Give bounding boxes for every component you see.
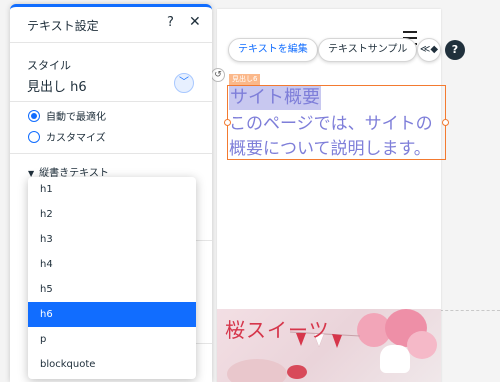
radio-custom-label: カスタマイズ xyxy=(46,133,106,144)
dropdown-option-h1[interactable]: h1 xyxy=(28,177,196,202)
chevron-down-icon[interactable]: ﹀ xyxy=(174,73,194,93)
help-icon[interactable]: ? xyxy=(167,15,174,30)
dropdown-option-h6[interactable]: h6 xyxy=(28,302,196,327)
toolbar-help-icon[interactable]: ? xyxy=(445,40,465,60)
divider xyxy=(10,101,212,102)
dropdown-option-blockquote[interactable]: blockquote xyxy=(28,352,196,377)
style-select[interactable]: 見出し h6 xyxy=(27,76,87,95)
panel-title: テキスト設定 xyxy=(27,19,99,33)
radio-selected-icon[interactable] xyxy=(28,109,40,122)
section-divider xyxy=(440,310,500,311)
divider xyxy=(195,343,212,344)
panel-header: テキスト設定 ? ✕ xyxy=(10,7,212,43)
close-icon[interactable]: ✕ xyxy=(189,14,201,30)
divider xyxy=(195,240,212,241)
radio-unselected-icon[interactable] xyxy=(28,130,40,143)
edit-text-button[interactable]: テキストを編集 xyxy=(228,38,318,62)
rotate-icon[interactable]: ↺ xyxy=(211,68,225,82)
site-paragraph[interactable]: このページでは、サイトの概要について説明します。 xyxy=(229,112,443,162)
teapot-decoration xyxy=(380,345,410,373)
flower-decoration xyxy=(407,331,437,359)
dropdown-option-h4[interactable]: h4 xyxy=(28,252,196,277)
resize-handle-right[interactable] xyxy=(442,119,449,126)
cake-decoration xyxy=(227,359,287,382)
style-label: スタイル xyxy=(27,59,71,72)
animation-icon[interactable]: ≪◆ xyxy=(417,38,441,62)
heading-level-dropdown[interactable]: h1 h2 h3 h4 h5 h6 p blockquote xyxy=(28,177,196,379)
dropdown-option-h5[interactable]: h5 xyxy=(28,277,196,302)
hero-title: 桜スイーツ xyxy=(225,318,330,342)
dropdown-option-h3[interactable]: h3 xyxy=(28,227,196,252)
dropdown-option-h2[interactable]: h2 xyxy=(28,202,196,227)
divider xyxy=(10,153,212,154)
element-tag-label: 見出し6 xyxy=(229,74,261,85)
site-heading[interactable]: サイト概要 xyxy=(229,86,321,110)
radio-auto-label: 自動で最適化 xyxy=(46,112,106,123)
radio-customize[interactable]: カスタマイズ xyxy=(28,129,106,145)
dropdown-option-p[interactable]: p xyxy=(28,327,196,352)
text-sample-button[interactable]: テキストサンプル xyxy=(318,38,418,62)
radio-auto-optimize[interactable]: 自動で最適化 xyxy=(28,108,106,124)
strawberry-decoration xyxy=(287,365,307,379)
